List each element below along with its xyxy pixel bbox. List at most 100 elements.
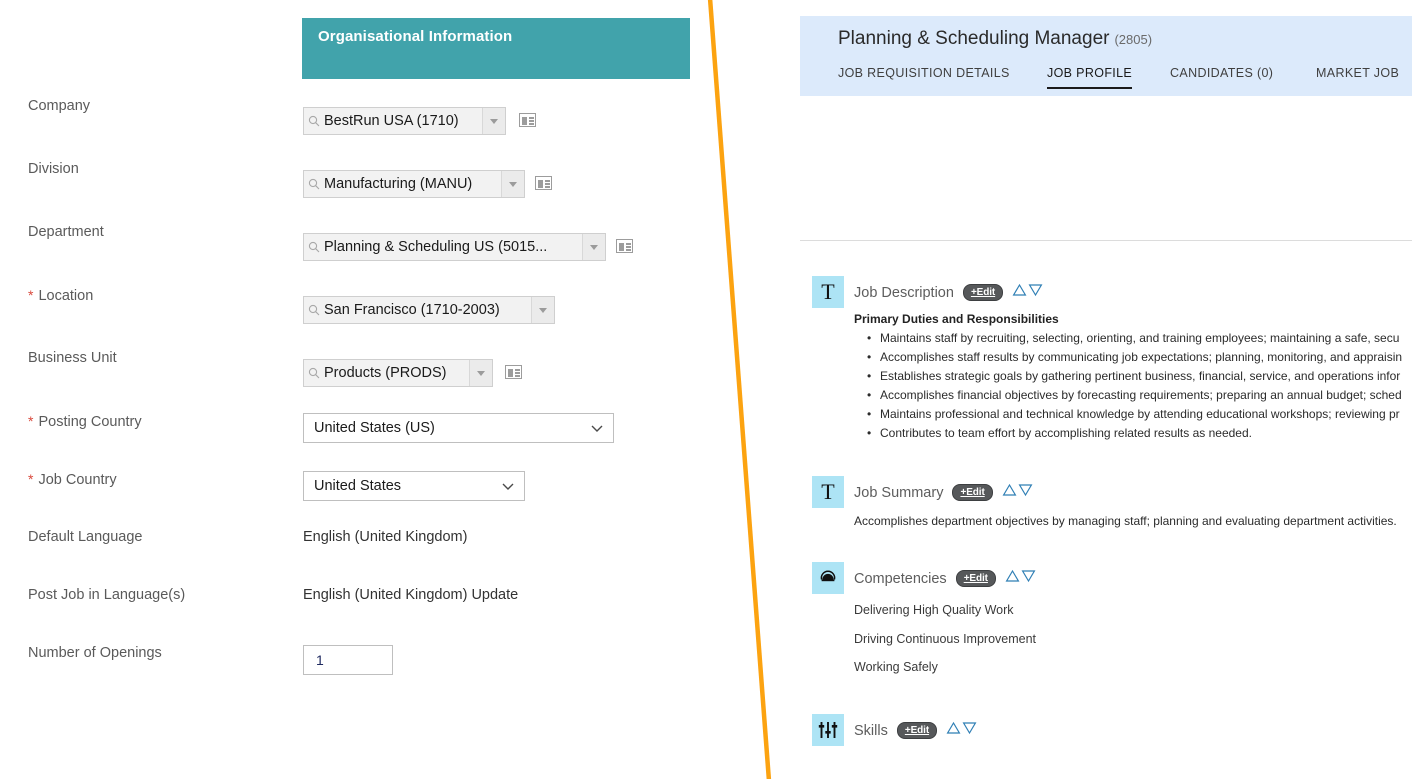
posting-country-select[interactable]: United States (US) bbox=[303, 413, 614, 443]
job-description-bullet-list: Maintains staff by recruiting, selecting… bbox=[854, 329, 1412, 443]
business-unit-dropdown-arrow[interactable] bbox=[469, 360, 492, 386]
location-value: San Francisco (1710-2003) bbox=[324, 302, 500, 318]
required-indicator: * bbox=[28, 287, 34, 303]
location-dropdown-arrow[interactable] bbox=[531, 297, 554, 323]
triangle-down-icon[interactable] bbox=[1021, 569, 1036, 588]
list-item: Establishes strategic goals by gathering… bbox=[867, 367, 1412, 386]
job-summary-body: Accomplishes department objectives by ma… bbox=[854, 512, 1412, 530]
triangle-down-icon[interactable] bbox=[962, 721, 977, 740]
tab-candidates[interactable]: CANDIDATES (0) bbox=[1170, 66, 1273, 87]
business-unit-value-help-input[interactable]: Products (PRODS) bbox=[303, 359, 493, 387]
list-item: Accomplishes financial objectives by for… bbox=[867, 386, 1412, 405]
field-label-post-job-in-languages: Post Job in Language(s) bbox=[28, 587, 185, 603]
division-org-card-icon[interactable] bbox=[535, 176, 552, 190]
triangle-up-icon[interactable] bbox=[1012, 283, 1027, 302]
department-value: Planning & Scheduling US (5015... bbox=[324, 239, 548, 255]
list-item: Driving Continuous Improvement bbox=[854, 631, 1037, 646]
field-label-post-job-in-languages-text: Post Job in Language(s) bbox=[28, 587, 186, 603]
requisition-header: Planning & Scheduling Manager (2805) JOB … bbox=[800, 16, 1412, 96]
competencies-title: Competencies bbox=[854, 570, 947, 587]
list-item: Working Safely bbox=[854, 660, 938, 674]
section-header-title: Organisational Information bbox=[318, 28, 513, 45]
organisational-information-form: Organisational Information Company BestR… bbox=[0, 0, 706, 779]
search-icon bbox=[304, 178, 324, 190]
triangle-down-icon[interactable] bbox=[1028, 283, 1043, 302]
triangle-down-icon[interactable] bbox=[1018, 483, 1033, 502]
field-label-company-text: Company bbox=[28, 98, 91, 114]
field-label-number-of-openings: Number of Openings bbox=[28, 645, 162, 661]
job-country-value: United States bbox=[314, 478, 402, 494]
field-label-default-language: Default Language bbox=[28, 529, 143, 545]
number-of-openings-input[interactable]: 1 bbox=[303, 645, 393, 675]
triangle-up-icon[interactable] bbox=[1002, 483, 1017, 502]
field-label-department: Department bbox=[28, 224, 104, 240]
field-label-job-country: * Job Country bbox=[28, 471, 117, 488]
sliders-icon bbox=[812, 714, 844, 746]
field-label-division-text: Division bbox=[28, 161, 79, 177]
triangle-up-icon[interactable] bbox=[1005, 569, 1020, 588]
field-label-location: * Location bbox=[28, 287, 93, 304]
job-description-header: Job Description +Edit bbox=[854, 283, 1043, 302]
search-icon bbox=[304, 115, 324, 127]
company-value-help-input[interactable]: BestRun USA (1710) bbox=[303, 107, 506, 135]
department-org-card-icon[interactable] bbox=[616, 239, 633, 253]
skills-reorder-controls bbox=[946, 721, 977, 740]
list-item: Delivering High Quality Work bbox=[854, 603, 1014, 617]
business-unit-org-card-icon[interactable] bbox=[505, 365, 522, 379]
competencies-header: Competencies +Edit bbox=[854, 569, 1036, 588]
job-summary-header: Job Summary +Edit bbox=[854, 483, 1033, 502]
list-item: Contributes to team effort by accomplish… bbox=[867, 424, 1412, 443]
location-value-help-input[interactable]: San Francisco (1710-2003) bbox=[303, 296, 555, 324]
skills-title: Skills bbox=[854, 722, 888, 739]
field-label-division: Division bbox=[28, 161, 79, 177]
division-value-help-input[interactable]: Manufacturing (MANU) bbox=[303, 170, 525, 198]
field-label-job-country-text: Job Country bbox=[38, 472, 117, 488]
triangle-up-icon[interactable] bbox=[946, 721, 961, 740]
competencies-reorder-controls bbox=[1005, 569, 1036, 588]
required-indicator: * bbox=[28, 413, 34, 429]
list-item: Maintains staff by recruiting, selecting… bbox=[867, 329, 1412, 348]
division-value: Manufacturing (MANU) bbox=[324, 176, 473, 192]
department-dropdown-arrow[interactable] bbox=[582, 234, 605, 260]
field-label-number-of-openings-text: Number of Openings bbox=[28, 645, 162, 661]
competencies-edit-button[interactable]: +Edit bbox=[955, 570, 996, 587]
field-label-department-text: Department bbox=[28, 224, 104, 240]
requisition-tabs: JOB REQUISITION DETAILS JOB PROFILE CAND… bbox=[838, 66, 1412, 96]
list-item: Maintains professional and technical kno… bbox=[867, 405, 1412, 424]
company-dropdown-arrow[interactable] bbox=[482, 108, 505, 134]
job-summary-title: Job Summary bbox=[854, 484, 944, 501]
job-country-select[interactable]: United States bbox=[303, 471, 525, 501]
text-T-icon: T bbox=[812, 276, 844, 308]
tab-market-job[interactable]: MARKET JOB bbox=[1316, 66, 1399, 87]
job-description-title: Job Description bbox=[854, 284, 954, 301]
head-profile-icon bbox=[812, 562, 844, 594]
skills-header: Skills +Edit bbox=[854, 721, 977, 740]
job-summary-paragraph: Accomplishes department objectives by ma… bbox=[854, 514, 1397, 528]
department-value-help-input[interactable]: Planning & Scheduling US (5015... bbox=[303, 233, 606, 261]
tab-job-profile[interactable]: JOB PROFILE bbox=[1047, 66, 1133, 89]
content-divider bbox=[800, 240, 1412, 241]
field-label-posting-country: * Posting Country bbox=[28, 413, 142, 430]
list-item: Accomplishes staff results by communicat… bbox=[867, 348, 1412, 367]
search-icon bbox=[304, 241, 324, 253]
business-unit-value: Products (PRODS) bbox=[324, 365, 447, 381]
tab-job-requisition-details[interactable]: JOB REQUISITION DETAILS bbox=[838, 66, 1010, 87]
search-icon bbox=[304, 304, 324, 316]
job-description-subheading: Primary Duties and Responsibilities bbox=[854, 312, 1059, 326]
division-dropdown-arrow[interactable] bbox=[501, 171, 524, 197]
company-value: BestRun USA (1710) bbox=[324, 113, 459, 129]
required-indicator: * bbox=[28, 471, 34, 487]
job-description-edit-button[interactable]: +Edit bbox=[962, 284, 1004, 301]
skills-edit-button[interactable]: +Edit bbox=[896, 722, 938, 739]
job-description-body: Primary Duties and Responsibilities Main… bbox=[854, 312, 1412, 443]
field-label-company: Company bbox=[28, 98, 90, 114]
field-label-posting-country-text: Posting Country bbox=[38, 414, 142, 430]
post-job-in-languages-value[interactable]: English (United Kingdom) Update bbox=[303, 587, 518, 603]
requisition-id: (2805) bbox=[1114, 32, 1153, 47]
search-icon bbox=[304, 367, 324, 379]
job-description-reorder-controls bbox=[1012, 283, 1043, 302]
page-title: Planning & Scheduling Manager (2805) bbox=[838, 28, 1152, 50]
company-org-card-icon[interactable] bbox=[519, 113, 536, 127]
job-summary-edit-button[interactable]: +Edit bbox=[952, 484, 993, 501]
text-T-icon: T bbox=[812, 476, 844, 508]
